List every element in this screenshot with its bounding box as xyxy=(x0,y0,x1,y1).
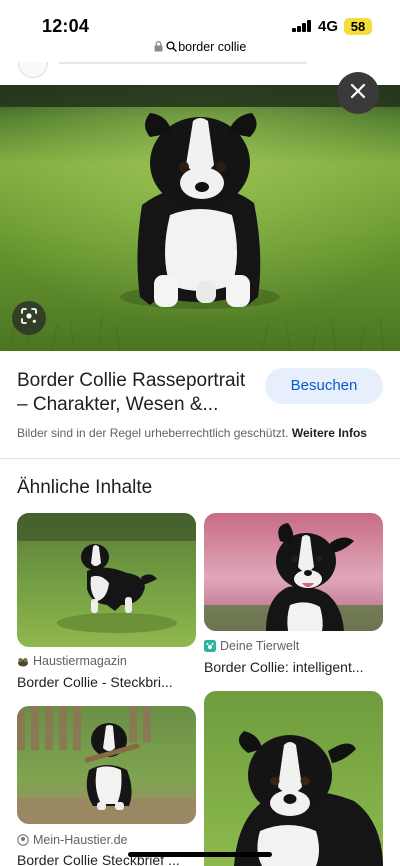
related-source-label-3: Mein-Haustier.de xyxy=(33,833,128,847)
related-source-3[interactable]: Mein-Haustier.de xyxy=(17,833,128,849)
status-bar: 12:04 4G 58 xyxy=(0,0,400,44)
copyright-text: Bilder sind in der Regel urheberrechtlic… xyxy=(17,426,289,440)
close-icon xyxy=(350,83,366,104)
previous-result-text xyxy=(58,62,308,64)
main-image[interactable] xyxy=(0,85,400,351)
divider xyxy=(0,458,400,459)
related-title-1[interactable]: Border Collie - Steckbri... xyxy=(17,674,197,690)
previous-result-row xyxy=(0,62,400,78)
copyright-note: Bilder sind in der Regel urheberrechtlic… xyxy=(17,426,367,440)
source-favicon-3 xyxy=(17,834,29,849)
lens-icon xyxy=(20,307,38,330)
lens-button[interactable] xyxy=(12,301,46,335)
related-source-1[interactable]: Haustiermagazin xyxy=(17,654,127,670)
related-source-label-1: Haustiermagazin xyxy=(33,654,127,668)
related-image-2[interactable] xyxy=(204,513,383,631)
battery-icon: 58 xyxy=(344,18,372,35)
search-icon xyxy=(166,41,177,55)
result-title[interactable]: Border Collie Rasseportrait – Charakter,… xyxy=(17,369,257,417)
home-indicator[interactable] xyxy=(128,852,272,857)
result-title-line1: Border Collie Rasseportrait xyxy=(17,370,246,391)
related-image-4[interactable] xyxy=(204,691,383,866)
signal-icon xyxy=(292,20,312,32)
avatar xyxy=(18,62,48,78)
related-image-1[interactable] xyxy=(17,513,196,647)
result-title-line2: – Charakter, Wesen &... xyxy=(17,394,219,415)
source-favicon-2 xyxy=(204,640,216,655)
network-label: 4G xyxy=(318,18,339,35)
url-query: border collie xyxy=(178,40,247,54)
visit-button[interactable]: Besuchen xyxy=(265,368,383,404)
related-source-label-2: Deine Tierwelt xyxy=(220,639,300,653)
source-favicon-1 xyxy=(17,656,29,670)
more-info-link[interactable]: Weitere Infos xyxy=(292,426,367,440)
close-button[interactable] xyxy=(337,72,379,114)
related-image-3[interactable] xyxy=(17,706,196,824)
lock-icon xyxy=(154,41,163,55)
status-time: 12:04 xyxy=(42,16,90,36)
related-title-2[interactable]: Border Collie: intelligent... xyxy=(204,659,384,675)
related-heading: Ähnliche Inhalte xyxy=(17,477,153,498)
related-source-2[interactable]: Deine Tierwelt xyxy=(204,639,299,655)
url-bar[interactable]: border collie xyxy=(0,40,400,60)
